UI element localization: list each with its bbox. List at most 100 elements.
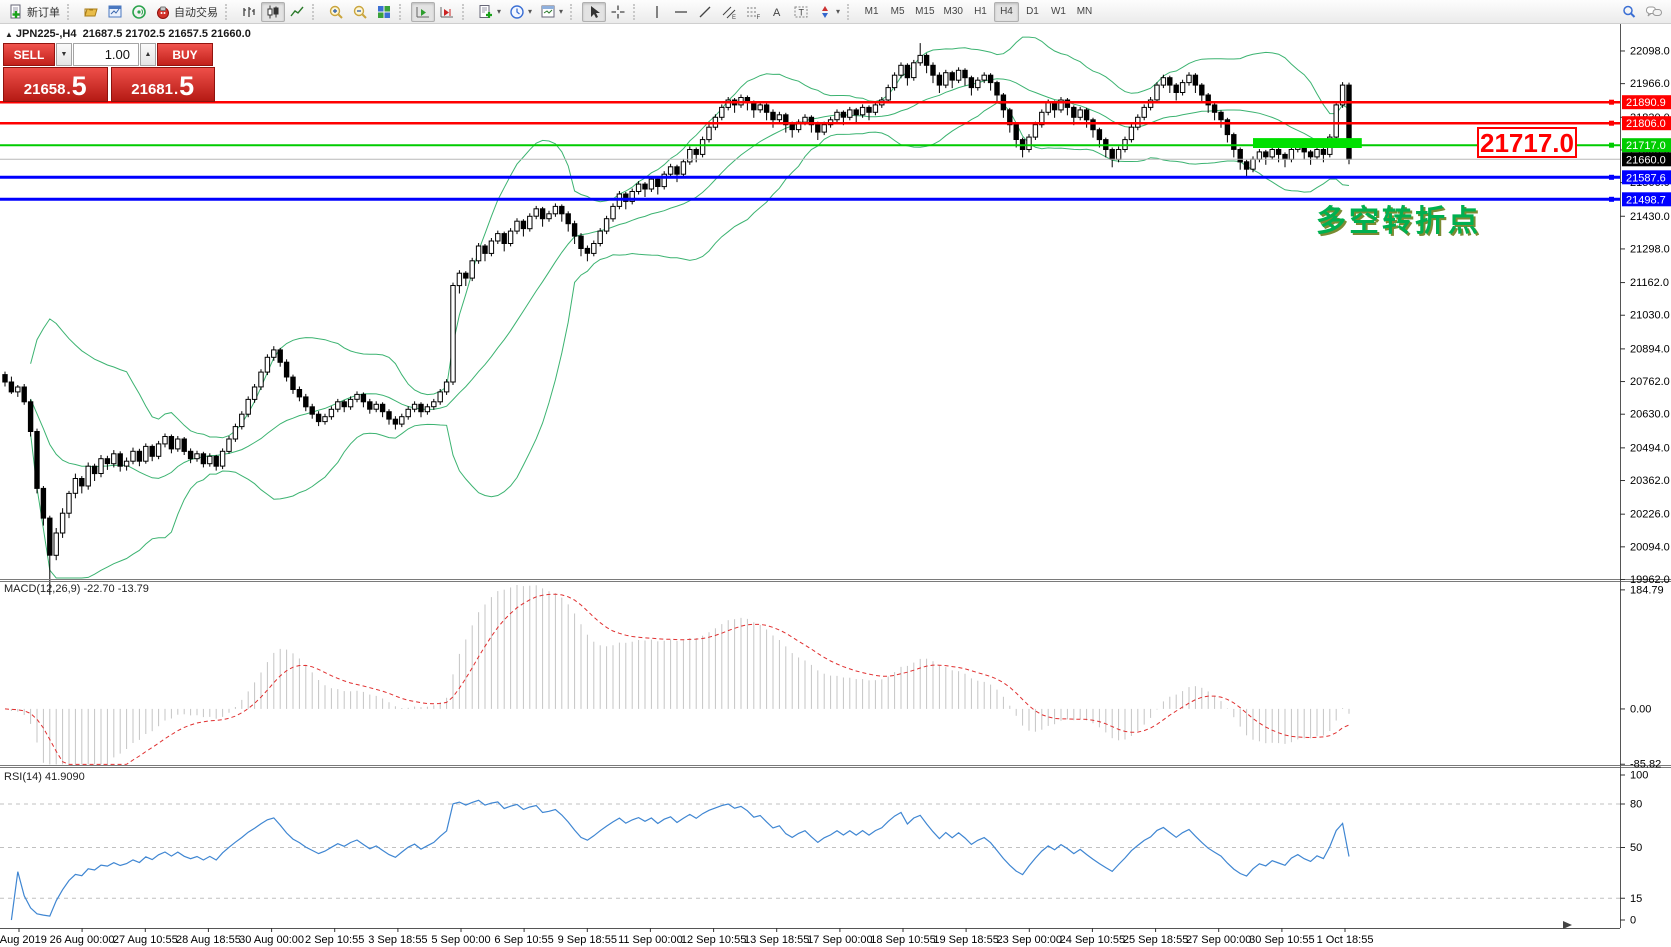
time-label: 13 Sep 18:55 [744, 934, 809, 946]
pane-separators[interactable] [0, 580, 1671, 768]
buy-button[interactable]: BUY [157, 43, 213, 66]
zoom-out-button[interactable] [348, 2, 372, 22]
bear-candle [867, 107, 871, 112]
bull-candle [1180, 83, 1184, 93]
bear-candle [521, 221, 525, 228]
equidistant-channel-icon: E [721, 4, 737, 20]
indicators-button[interactable]: ▾ [474, 2, 505, 22]
highlight-zone-rect[interactable] [1253, 138, 1362, 148]
rsi-line [11, 800, 1349, 920]
timeframe-w1-button[interactable]: W1 [1046, 2, 1071, 22]
bull-candle [323, 417, 327, 422]
bull-candle [438, 392, 442, 402]
bear-candle [35, 432, 39, 489]
price-label-text: 21660.0 [1626, 154, 1666, 166]
timeframe-mn-button[interactable]: MN [1072, 2, 1097, 22]
price-label-text: 21498.7 [1626, 194, 1666, 206]
vertical-line-tool-button[interactable] [645, 2, 669, 22]
bull-candle [636, 184, 640, 191]
bear-candle [905, 65, 909, 77]
bar-chart-button[interactable] [237, 2, 261, 22]
auto-scroll-button[interactable] [411, 2, 435, 22]
volume-input[interactable]: 1.00 [73, 43, 139, 66]
new-order-button[interactable]: 新订单 [4, 2, 64, 22]
bear-candle [1097, 130, 1101, 140]
bear-candle [1232, 135, 1236, 150]
text-tool-button[interactable]: A [765, 2, 789, 22]
bull-candle [355, 394, 359, 399]
bear-candle [969, 78, 973, 88]
timeframe-h4-button[interactable]: H4 [994, 2, 1019, 22]
arrows-tool-button[interactable]: ▾ [813, 2, 844, 22]
chart-canvas[interactable]: 22098.021966.021830.021698.021566.021430… [0, 24, 1671, 947]
bull-candle [272, 350, 276, 357]
bear-candle [752, 102, 756, 109]
chart-shift-icon [439, 4, 455, 20]
volume-increase-button[interactable]: ▲ [140, 43, 156, 66]
timeframe-m15-button[interactable]: M15 [911, 2, 938, 22]
bear-candle [1276, 150, 1280, 155]
signal-icon-button[interactable] [127, 2, 151, 22]
timeframe-m1-button[interactable]: M1 [859, 2, 884, 22]
bear-candle [278, 350, 282, 362]
timeframe-h1-button[interactable]: H1 [968, 2, 993, 22]
axis-tick-label: 21298.0 [1630, 243, 1670, 255]
bull-candle [720, 107, 724, 117]
bull-candle [515, 221, 519, 231]
bear-candle [560, 206, 564, 213]
sell-button[interactable]: SELL [3, 43, 55, 66]
axis-tick-label: 22098.0 [1630, 46, 1670, 58]
svg-text:T: T [799, 7, 805, 17]
tile-windows-button[interactable] [372, 2, 396, 22]
search-button[interactable] [1617, 2, 1641, 22]
dropdown-caret-icon: ▾ [836, 8, 840, 16]
market-watch-button[interactable] [103, 2, 127, 22]
time-label: 6 Sep 10:55 [494, 934, 553, 946]
chart-annotation-text[interactable]: 多空转折点 [1316, 207, 1481, 237]
bull-candle [227, 439, 231, 451]
templates-button[interactable]: ▾ [536, 2, 567, 22]
fibonacci-tool-button[interactable]: F [741, 2, 765, 22]
periods-button[interactable]: ▾ [505, 2, 536, 22]
chart-window[interactable]: 22098.021966.021830.021698.021566.021430… [0, 24, 1671, 947]
time-axis[interactable]: 2 Aug 201926 Aug 00:0027 Aug 10:5528 Aug… [0, 921, 1572, 946]
bear-candle [540, 209, 544, 219]
crosshair-button[interactable] [606, 2, 630, 22]
candlestick-chart-button[interactable] [261, 2, 285, 22]
bear-candle [284, 362, 288, 377]
bull-candle [528, 216, 532, 228]
fibonacci-icon: F [745, 4, 761, 20]
bull-candle [252, 387, 256, 399]
line-chart-button[interactable] [285, 2, 309, 22]
channel-tool-button[interactable]: E [717, 2, 741, 22]
buy-price[interactable]: 21681.5 [111, 67, 216, 102]
axis-tick-label: 0.00 [1630, 703, 1651, 715]
cursor-button[interactable] [582, 2, 606, 22]
timeframe-m5-button[interactable]: M5 [885, 2, 910, 22]
trendline-tool-button[interactable] [693, 2, 717, 22]
bear-candle [502, 234, 506, 244]
volume-decrease-button[interactable]: ▼ [56, 43, 72, 66]
zoom-in-button[interactable] [324, 2, 348, 22]
bear-candle [28, 402, 32, 432]
timeframe-m30-button[interactable]: M30 [940, 2, 967, 22]
timeframe-d1-button[interactable]: D1 [1020, 2, 1045, 22]
autotrading-button[interactable]: 自动交易 [151, 2, 222, 22]
label-tool-button[interactable]: T [789, 2, 813, 22]
chart-shift-button[interactable] [435, 2, 459, 22]
collapse-arrow-icon[interactable]: ▲ [5, 30, 13, 39]
sell-price[interactable]: 21658.5 [3, 67, 108, 102]
scroll-end-marker[interactable] [1563, 921, 1572, 929]
bull-candle [592, 244, 596, 254]
templates-icon [540, 4, 556, 20]
time-label: 2 Aug 2019 [0, 934, 47, 946]
profiles-button[interactable] [79, 2, 103, 22]
buy-price-pip: 5 [179, 75, 194, 98]
axis-tick-label: 20630.0 [1630, 409, 1670, 421]
price-callout-box[interactable]: 21717.0 [1477, 127, 1577, 158]
time-label: 2 Sep 10:55 [305, 934, 364, 946]
horizontal-line-tool-button[interactable] [669, 2, 693, 22]
chat-button[interactable] [1641, 2, 1667, 22]
bear-candle [988, 75, 992, 82]
bull-candle [873, 105, 877, 112]
